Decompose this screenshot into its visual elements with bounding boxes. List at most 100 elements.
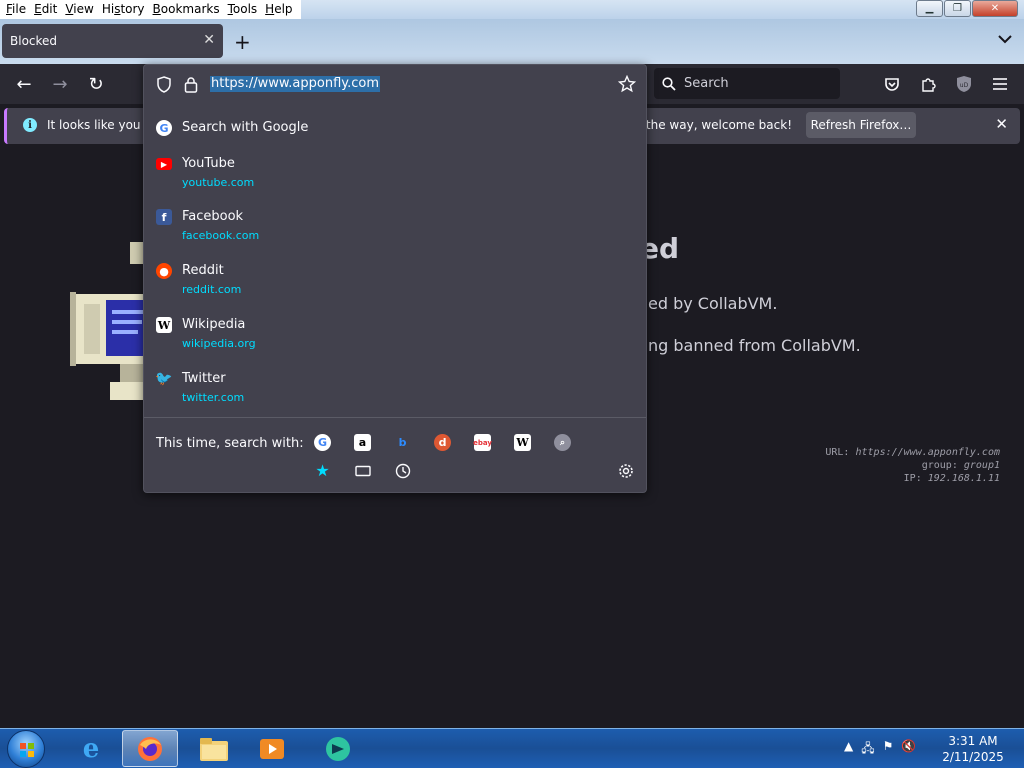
suggestion-title: Reddit xyxy=(182,263,224,278)
engine-other-button[interactable]: ⌕ xyxy=(554,434,571,451)
suggestion-url: reddit.com xyxy=(182,283,242,296)
action-center-flag-icon[interactable]: ⚑ xyxy=(883,739,894,760)
search-placeholder: Search xyxy=(684,76,729,91)
magnifier-icon: ⌕ xyxy=(559,437,566,448)
lock-icon[interactable] xyxy=(184,76,198,93)
windows-taskbar: e ▲ 🖧 ⚑ 🔇 3:31 AM 2/11/2025 xyxy=(0,728,1024,768)
suggestion-twitter[interactable]: 🐦 Twitter twitter.com xyxy=(155,371,636,407)
firefox-icon xyxy=(138,736,162,761)
tab-title: Blocked xyxy=(10,34,58,48)
meta-ip-value: 192.168.1.11 xyxy=(927,473,1000,484)
menu-file[interactable]: File xyxy=(2,0,30,19)
plus-icon: + xyxy=(234,30,251,54)
page-message-line-2: ng banned from CollabVM. xyxy=(648,336,861,355)
engine-duckduckgo-button[interactable]: d xyxy=(434,434,451,451)
arrow-left-icon: ← xyxy=(16,73,32,95)
wikipedia-icon: W xyxy=(516,436,529,449)
youtube-icon: ▶ xyxy=(156,158,172,170)
engine-google-button[interactable]: G xyxy=(314,434,331,451)
meta-url-value: https://www.apponfly.com xyxy=(855,447,1001,458)
window-title-bar: File Edit View History Bookmarks Tools H… xyxy=(0,0,1024,19)
internet-explorer-icon: e xyxy=(82,733,100,764)
search-with-label: This time, search with: xyxy=(156,436,304,451)
ublock-button[interactable]: uD xyxy=(952,72,976,96)
forward-button[interactable]: → xyxy=(48,72,72,96)
tracking-shield-icon[interactable] xyxy=(156,76,172,93)
folder-icon xyxy=(200,737,228,761)
suggestion-search-google[interactable]: G Search with Google xyxy=(156,120,636,140)
taskbar-app[interactable] xyxy=(310,730,366,767)
urlbar[interactable]: https://www.apponfly.com xyxy=(144,65,646,103)
app-menu-button[interactable] xyxy=(988,72,1012,96)
taskbar-firefox[interactable] xyxy=(122,730,178,767)
menu-bookmarks[interactable]: Bookmarks xyxy=(149,0,224,19)
reload-button[interactable]: ↻ xyxy=(84,72,108,96)
extensions-button[interactable] xyxy=(916,72,940,96)
pocket-icon xyxy=(885,78,899,91)
suggestion-youtube[interactable]: ▶ YouTube youtube.com xyxy=(156,156,636,192)
notification-close-icon[interactable]: ✕ xyxy=(995,115,1008,133)
reload-icon: ↻ xyxy=(88,73,104,95)
suggestion-title: Wikipedia xyxy=(182,317,246,332)
search-settings-button[interactable] xyxy=(617,462,634,479)
menu-view[interactable]: View xyxy=(61,0,97,19)
meta-url-row: URL: https://www.apponfly.com xyxy=(825,446,1000,459)
new-tab-button[interactable]: + xyxy=(234,30,251,54)
suggestion-title: YouTube xyxy=(182,156,235,171)
twitter-bird-icon: 🐦 xyxy=(155,371,173,387)
tabs-search-button[interactable] xyxy=(354,462,371,479)
refresh-firefox-button[interactable]: Refresh Firefox… xyxy=(806,112,916,138)
bookmarks-search-button[interactable]: ★ xyxy=(314,461,331,480)
close-icon: ✕ xyxy=(990,3,1000,14)
page-message-line-1: ed by CollabVM. xyxy=(648,294,778,313)
menu-history[interactable]: History xyxy=(98,0,149,19)
tab-icon xyxy=(354,465,371,476)
minimize-button[interactable]: ▁ xyxy=(916,0,943,17)
volume-muted-icon[interactable]: 🔇 xyxy=(901,739,916,760)
back-button[interactable]: ← xyxy=(12,72,36,96)
list-all-tabs-button[interactable] xyxy=(998,33,1012,47)
suggestion-facebook[interactable]: f Facebook facebook.com xyxy=(156,209,636,245)
network-icon[interactable]: 🖧 xyxy=(861,739,874,760)
engine-amazon-button[interactable]: a xyxy=(354,434,371,451)
engine-wikipedia-button[interactable]: W xyxy=(514,434,531,451)
meta-ip-label: IP: xyxy=(903,473,922,484)
restore-icon: ❐ xyxy=(953,3,962,14)
clock-time: 3:31 AM xyxy=(948,734,998,748)
suggestion-wikipedia[interactable]: W Wikipedia wikipedia.org xyxy=(156,317,636,353)
suggestion-url: facebook.com xyxy=(182,229,260,242)
suggestion-reddit[interactable]: ● Reddit reddit.com xyxy=(156,263,636,299)
show-hidden-icons-icon[interactable]: ▲ xyxy=(844,739,853,760)
taskbar-media-player[interactable] xyxy=(244,730,300,767)
meta-url-label: URL: xyxy=(825,447,850,458)
engine-bing-button[interactable]: b xyxy=(394,434,411,451)
taskbar-clock[interactable]: 3:31 AM 2/11/2025 xyxy=(936,733,1010,765)
google-icon: G xyxy=(317,436,328,449)
menu-tools[interactable]: Tools xyxy=(224,0,262,19)
tab-close-icon[interactable]: ✕ xyxy=(203,32,215,48)
menu-help[interactable]: Help xyxy=(261,0,296,19)
suggestion-url: twitter.com xyxy=(182,391,245,404)
ublock-shield-icon: uD xyxy=(957,76,971,92)
search-bar[interactable]: Search xyxy=(654,68,840,99)
tab-blocked[interactable]: Blocked ✕ xyxy=(2,24,223,58)
notification-message-end: y the way, welcome back! xyxy=(635,118,793,132)
suggestion-title: Twitter xyxy=(182,371,226,386)
start-button[interactable] xyxy=(7,730,45,768)
close-window-button[interactable]: ✕ xyxy=(972,0,1018,17)
connection-info: URL: https://www.apponfly.com group: gro… xyxy=(825,446,1000,485)
urlbar-dropdown: https://www.apponfly.com G Search with G… xyxy=(143,64,647,493)
pocket-button[interactable] xyxy=(880,72,904,96)
taskbar-internet-explorer[interactable]: e xyxy=(63,730,119,767)
engine-ebay-button[interactable]: ebay xyxy=(473,434,492,451)
facebook-icon: f xyxy=(156,209,172,225)
url-input[interactable]: https://www.apponfly.com xyxy=(210,76,381,92)
history-search-button[interactable] xyxy=(394,462,411,479)
star-icon: ★ xyxy=(315,461,330,480)
maximize-button[interactable]: ❐ xyxy=(944,0,971,17)
clock-icon xyxy=(395,463,410,478)
gear-icon xyxy=(618,463,633,478)
bookmark-star-icon[interactable] xyxy=(618,75,636,93)
taskbar-file-explorer[interactable] xyxy=(186,730,242,767)
menu-edit[interactable]: Edit xyxy=(30,0,61,19)
